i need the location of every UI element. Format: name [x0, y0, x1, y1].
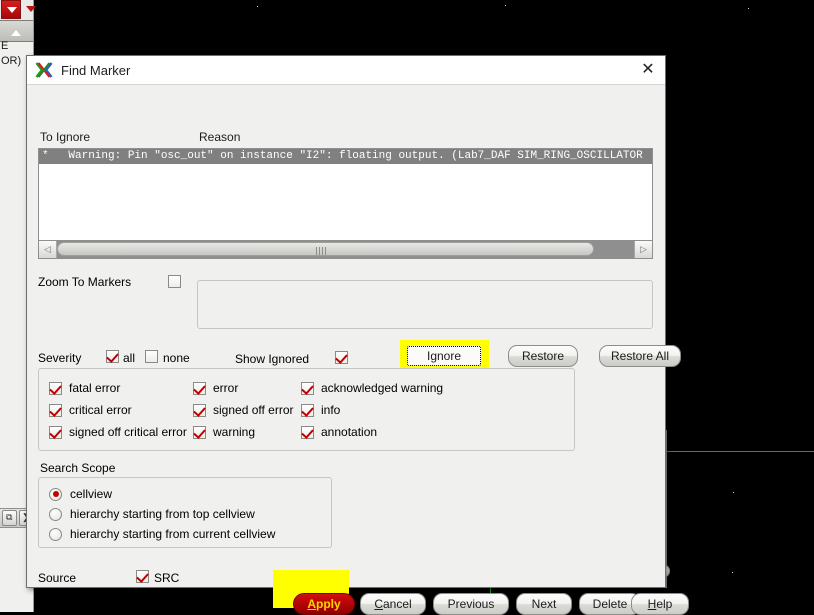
severity-checkbox-grid: fatal error error acknowledged warning c…: [39, 369, 574, 450]
restore-button[interactable]: Restore: [508, 345, 578, 367]
show-ignored-group: [197, 280, 653, 329]
severity-row: signed off critical error warning annota…: [49, 421, 574, 443]
severity-row: critical error signed off error info: [49, 399, 574, 421]
severity-item-acknowledged-warning[interactable]: acknowledged warning: [301, 381, 443, 395]
dialog-title: Find Marker: [61, 62, 131, 78]
radio-button[interactable]: [49, 527, 62, 541]
severity-item-label: fatal error: [69, 381, 121, 395]
scrollbar-trough[interactable]: [57, 241, 634, 258]
column-header-to-ignore: To Ignore: [40, 130, 91, 144]
apply-button-mnemonic: A: [307, 597, 316, 611]
chevron-down-icon[interactable]: [26, 6, 36, 12]
cancel-button-mnemonic: C: [374, 597, 383, 611]
column-header-reason: Reason: [199, 130, 241, 144]
canvas-dot: [733, 492, 734, 493]
severity-item-label: info: [321, 403, 341, 417]
left-toolbar-row: [0, 0, 36, 20]
list-item[interactable]: * Warning: Pin "osc_out" on instance "I2…: [39, 149, 652, 164]
ignore-button[interactable]: Ignore: [407, 346, 481, 366]
search-scope-option-label: cellview: [70, 487, 113, 501]
scroll-left-arrow-icon[interactable]: ◁: [39, 241, 57, 258]
severity-item-label: signed off critical error: [69, 425, 187, 439]
severity-checkbox[interactable]: [49, 425, 62, 439]
severity-item-error[interactable]: error: [193, 381, 301, 395]
help-button-mnemonic: H: [647, 597, 657, 611]
help-button-label: elp: [656, 597, 673, 611]
search-scope-option-cellview[interactable]: cellview: [49, 484, 331, 504]
severity-none-checkbox[interactable]: [145, 350, 158, 363]
search-scope-option-top-cellview[interactable]: hierarchy starting from top cellview: [49, 504, 331, 524]
severity-item-label: annotation: [321, 425, 378, 439]
restore-all-button[interactable]: Restore All: [599, 345, 681, 367]
severity-row: fatal error error acknowledged warning: [49, 377, 574, 399]
severity-checkbox[interactable]: [301, 381, 314, 395]
canvas-dot: [732, 572, 733, 573]
marker-list[interactable]: * Warning: Pin "osc_out" on instance "I2…: [38, 148, 653, 241]
severity-checkbox[interactable]: [193, 425, 206, 439]
severity-checkbox[interactable]: [49, 403, 62, 417]
source-label: Source: [38, 571, 77, 585]
severity-item-info[interactable]: info: [301, 403, 340, 417]
severity-checkbox[interactable]: [193, 403, 206, 417]
severity-item-critical-error[interactable]: critical error: [49, 403, 193, 417]
search-scope-option-label: hierarchy starting from current cellview: [70, 527, 276, 541]
source-src-label: SRC: [154, 571, 180, 585]
virtuoso-x-icon: [35, 62, 53, 78]
severity-item-label: signed off error: [213, 403, 294, 417]
severity-group: fatal error error acknowledged warning c…: [38, 368, 575, 451]
tile-windows-icon[interactable]: ⧉: [2, 510, 17, 526]
severity-item-label: error: [213, 381, 239, 395]
background-text-fragment-2: OR): [1, 55, 22, 67]
severity-item-annotation[interactable]: annotation: [301, 425, 377, 439]
marker-list-horizontal-scrollbar[interactable]: ◁ ▷: [38, 241, 653, 259]
severity-checkbox[interactable]: [49, 381, 62, 395]
scroll-right-arrow-icon[interactable]: ▷: [634, 241, 652, 258]
dialog-titlebar[interactable]: Find Marker ✕: [27, 56, 665, 85]
severity-all-label: all: [123, 351, 136, 365]
canvas-dot: [748, 8, 749, 9]
radio-button[interactable]: [49, 507, 62, 521]
severity-none-label: none: [163, 351, 190, 365]
canvas-marker-line-horizontal: [664, 451, 814, 452]
close-icon[interactable]: ✕: [637, 59, 659, 81]
search-scope-label: Search Scope: [40, 461, 116, 475]
search-scope-group: cellview hierarchy starting from top cel…: [38, 477, 332, 548]
radio-button[interactable]: [49, 487, 62, 501]
severity-label: Severity: [38, 351, 82, 365]
zoom-to-markers-label: Zoom To Markers: [38, 275, 132, 289]
apply-button-label: pply: [316, 597, 341, 611]
severity-item-signed-off-critical-error[interactable]: signed off critical error: [49, 425, 193, 439]
canvas-dot: [257, 6, 258, 7]
show-ignored-label: Show Ignored: [235, 352, 310, 366]
show-ignored-checkbox[interactable]: [335, 351, 348, 364]
severity-checkbox[interactable]: [193, 381, 206, 395]
severity-item-warning[interactable]: warning: [193, 425, 301, 439]
severity-item-fatal-error[interactable]: fatal error: [49, 381, 193, 395]
cancel-button-label: ancel: [382, 597, 412, 611]
zoom-to-markers-checkbox[interactable]: [168, 275, 181, 288]
dialog-body: To Ignore Reason * Warning: Pin "osc_out…: [27, 85, 689, 615]
severity-item-label: acknowledged warning: [321, 381, 444, 395]
severity-item-label: critical error: [69, 403, 132, 417]
severity-item-signed-off-error[interactable]: signed off error: [193, 403, 301, 417]
severity-item-label: warning: [213, 425, 256, 439]
search-scope-option-label: hierarchy starting from top cellview: [70, 507, 255, 521]
find-marker-dialog: Find Marker ✕ To Ignore Reason * Warning…: [26, 55, 689, 615]
toolbar-collapse-strip[interactable]: [0, 20, 33, 42]
red-marker-icon[interactable]: [1, 0, 21, 19]
background-text-fragment-1: E: [1, 40, 9, 52]
severity-checkbox[interactable]: [301, 403, 314, 417]
source-src-checkbox[interactable]: [136, 570, 149, 583]
search-scope-option-current-cellview[interactable]: hierarchy starting from current cellview: [49, 524, 331, 544]
severity-checkbox[interactable]: [301, 425, 314, 439]
scrollbar-grip-icon: [316, 247, 328, 255]
severity-all-checkbox[interactable]: [106, 350, 119, 363]
canvas-dot: [505, 5, 506, 6]
scrollbar-thumb[interactable]: [57, 242, 594, 256]
